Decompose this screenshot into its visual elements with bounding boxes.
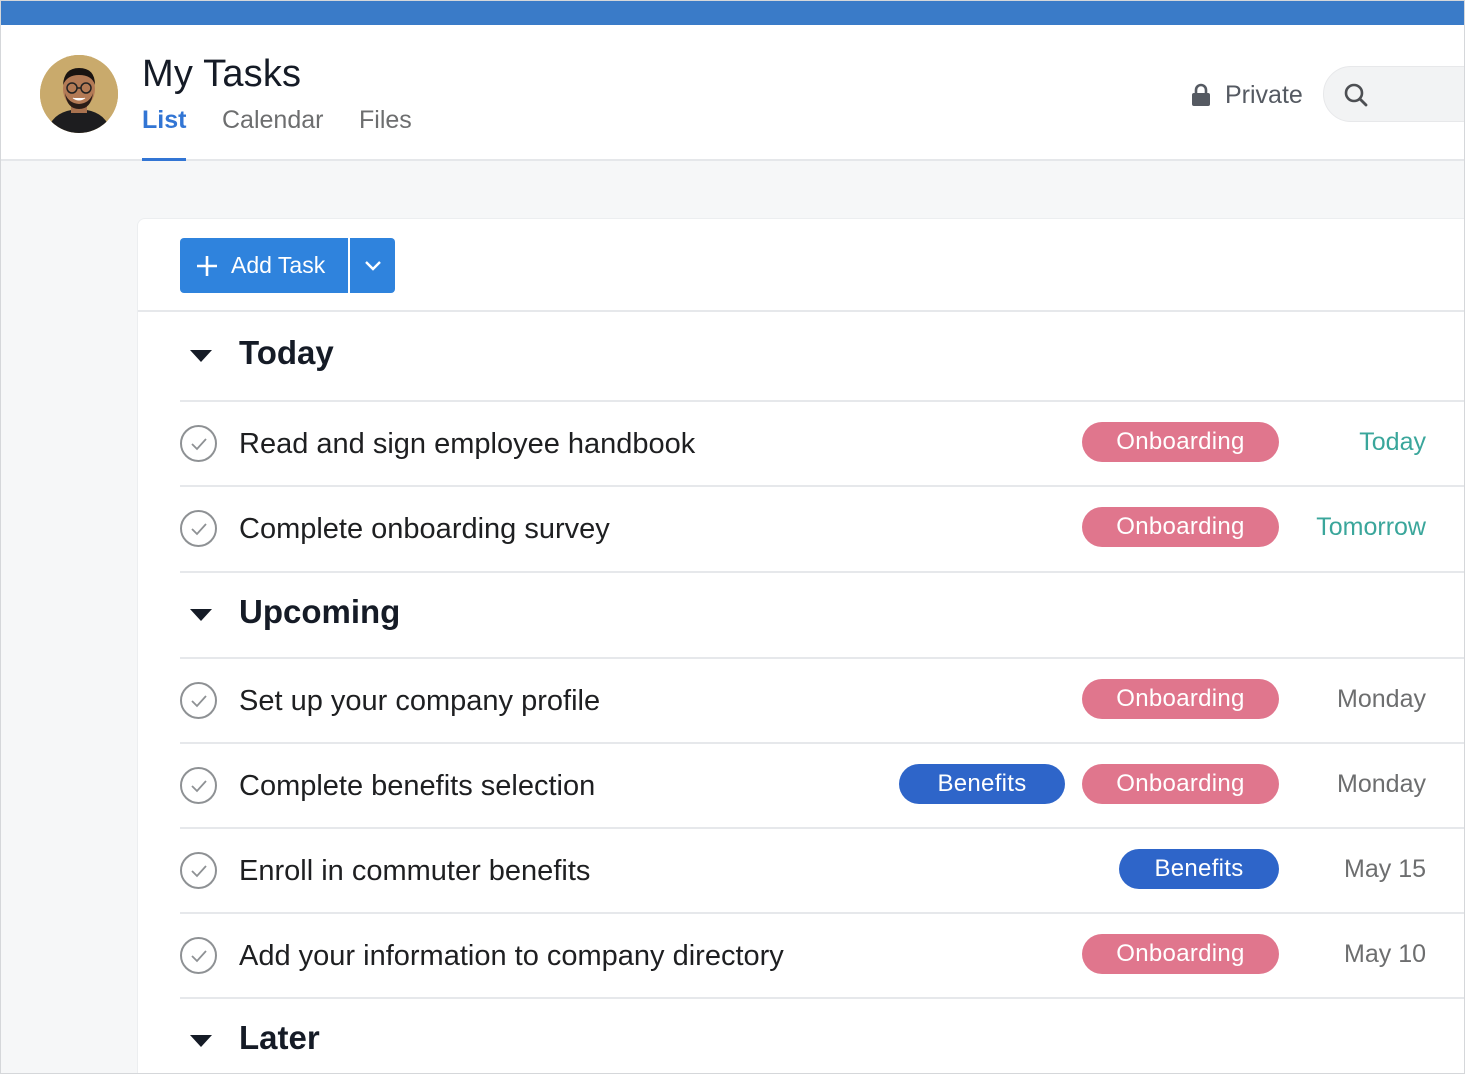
check-circle-icon bbox=[190, 779, 207, 792]
task-name[interactable]: Complete benefits selection bbox=[239, 770, 595, 803]
chevron-down-icon bbox=[364, 260, 381, 271]
task-toolbar: Add Task bbox=[138, 219, 1464, 312]
check-circle-icon bbox=[190, 864, 207, 877]
task-due-date[interactable]: Tomorrow bbox=[1316, 513, 1426, 542]
lock-icon bbox=[1192, 83, 1210, 106]
tab-files[interactable]: Files bbox=[359, 105, 412, 161]
task-list-panel: Add Task Today Read and sign employee ha… bbox=[137, 218, 1464, 1073]
section-header-later[interactable]: Later bbox=[180, 997, 1464, 1073]
section-header-upcoming[interactable]: Upcoming bbox=[180, 571, 1464, 657]
section-label: Upcoming bbox=[239, 593, 401, 630]
task-row[interactable]: Complete benefits selection Benefits Onb… bbox=[180, 742, 1464, 828]
tab-calendar[interactable]: Calendar bbox=[222, 105, 323, 161]
caret-down-icon[interactable] bbox=[190, 1035, 212, 1049]
task-row[interactable]: Enroll in commuter benefits Benefits May… bbox=[180, 827, 1464, 913]
add-task-label: Add Task bbox=[231, 252, 326, 278]
top-bar bbox=[1, 1, 1464, 25]
tag-benefits[interactable]: Benefits bbox=[899, 764, 1065, 804]
search-icon bbox=[1344, 83, 1368, 107]
task-complete-checkbox[interactable] bbox=[180, 425, 217, 462]
check-circle-icon bbox=[190, 522, 207, 535]
tag-benefits[interactable]: Benefits bbox=[1119, 849, 1279, 889]
task-complete-checkbox[interactable] bbox=[180, 937, 217, 974]
section-header-today[interactable]: Today bbox=[180, 314, 1464, 400]
check-circle-icon bbox=[190, 949, 207, 962]
task-due-date[interactable]: Monday bbox=[1337, 685, 1426, 714]
tag-onboarding[interactable]: Onboarding bbox=[1082, 764, 1279, 804]
tag-onboarding[interactable]: Onboarding bbox=[1082, 507, 1279, 547]
add-task-button[interactable]: Add Task bbox=[180, 238, 348, 293]
task-row[interactable]: Set up your company profile Onboarding M… bbox=[180, 657, 1464, 743]
task-name[interactable]: Add your information to company director… bbox=[239, 940, 784, 973]
task-complete-checkbox[interactable] bbox=[180, 767, 217, 804]
app-window: My Tasks List Calendar Files Private Add… bbox=[0, 0, 1465, 1074]
tag-onboarding[interactable]: Onboarding bbox=[1082, 934, 1279, 974]
task-name[interactable]: Enroll in commuter benefits bbox=[239, 855, 590, 888]
task-due-date[interactable]: May 10 bbox=[1344, 940, 1426, 969]
task-due-date[interactable]: Monday bbox=[1337, 770, 1426, 799]
avatar-image bbox=[40, 55, 118, 133]
task-name[interactable]: Read and sign employee handbook bbox=[239, 428, 695, 461]
task-row[interactable]: Add your information to company director… bbox=[180, 912, 1464, 998]
tag-onboarding[interactable]: Onboarding bbox=[1082, 422, 1279, 462]
search-input[interactable] bbox=[1323, 66, 1464, 122]
section-label: Today bbox=[239, 334, 334, 371]
task-due-date[interactable]: Today bbox=[1359, 428, 1426, 457]
privacy-indicator[interactable]: Private bbox=[1191, 79, 1303, 111]
caret-down-icon[interactable] bbox=[190, 350, 212, 364]
caret-down-icon[interactable] bbox=[190, 609, 212, 623]
task-complete-checkbox[interactable] bbox=[180, 682, 217, 719]
task-due-date[interactable]: May 15 bbox=[1344, 855, 1426, 884]
task-complete-checkbox[interactable] bbox=[180, 852, 217, 889]
section-label: Later bbox=[239, 1019, 320, 1056]
task-name[interactable]: Complete onboarding survey bbox=[239, 513, 610, 546]
task-row[interactable]: Complete onboarding survey Onboarding To… bbox=[180, 485, 1464, 571]
check-circle-icon bbox=[190, 437, 207, 450]
page-header: My Tasks List Calendar Files Private bbox=[1, 25, 1464, 161]
tab-list[interactable]: List bbox=[142, 105, 187, 161]
avatar[interactable] bbox=[40, 55, 118, 133]
tag-onboarding[interactable]: Onboarding bbox=[1082, 679, 1279, 719]
task-name[interactable]: Set up your company profile bbox=[239, 685, 600, 718]
add-task-dropdown-button[interactable] bbox=[350, 238, 395, 293]
page-title: My Tasks bbox=[142, 53, 302, 95]
privacy-label: Private bbox=[1225, 80, 1303, 109]
task-complete-checkbox[interactable] bbox=[180, 510, 217, 547]
check-circle-icon bbox=[190, 694, 207, 707]
plus-icon bbox=[197, 255, 217, 276]
task-row[interactable]: Read and sign employee handbook Onboardi… bbox=[180, 400, 1464, 486]
